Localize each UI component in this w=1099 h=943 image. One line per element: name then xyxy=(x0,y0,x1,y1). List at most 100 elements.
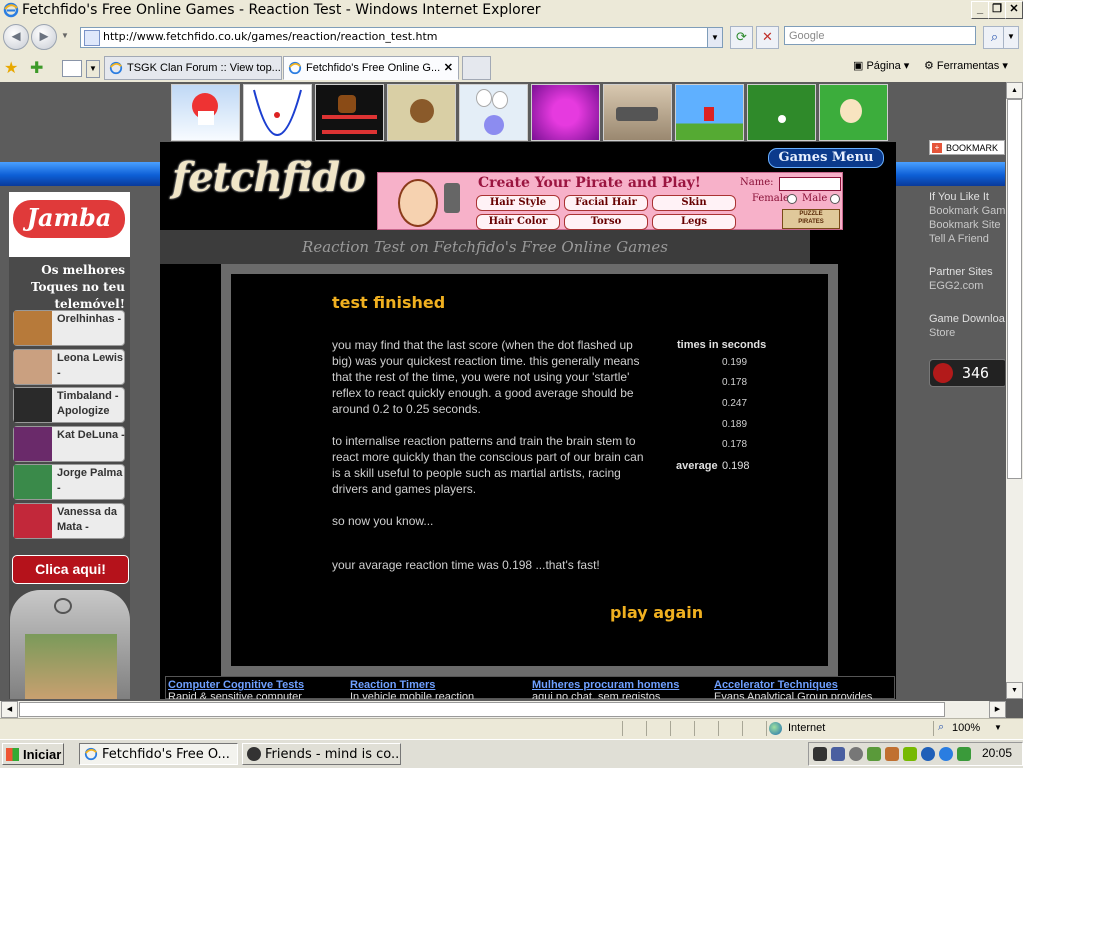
tab-fetchfido[interactable]: Fetchfido's Free Online G... ✕ xyxy=(283,56,459,80)
game-thumb-hex[interactable] xyxy=(531,84,600,141)
window-title: Fetchfido's Free Online Games - Reaction… xyxy=(22,2,541,18)
scroll-down-icon[interactable]: ▼ xyxy=(1006,682,1023,699)
address-url[interactable]: http://www.fetchfido.co.uk/games/reactio… xyxy=(103,30,438,43)
ad-description: Evans Analytical Group provides xyxy=(714,691,873,699)
favorites-star-icon[interactable]: ★ xyxy=(4,58,18,78)
stop-button[interactable]: ✕ xyxy=(756,26,779,49)
refresh-button[interactable]: ⟳ xyxy=(730,26,753,49)
tell-a-friend-link[interactable]: Tell A Friend xyxy=(929,233,989,245)
bookmark-game-link[interactable]: Bookmark Game xyxy=(929,205,1005,217)
zoom-dropdown-icon[interactable]: ▼ xyxy=(994,723,1002,732)
game-thumb-balloons[interactable] xyxy=(459,84,528,141)
search-input[interactable]: Google xyxy=(784,26,976,45)
male-radio[interactable] xyxy=(830,194,840,204)
app-tray-icon[interactable] xyxy=(957,747,971,761)
info-tray-icon[interactable] xyxy=(921,747,935,761)
game-thumb-soccer[interactable] xyxy=(747,84,816,141)
site-logo[interactable]: fetchfido xyxy=(172,154,366,201)
game-thumb-monkey[interactable] xyxy=(387,84,456,141)
ringtone-item[interactable]: Leona Lewis - xyxy=(13,349,125,385)
jamba-logo-panel[interactable]: Jamba xyxy=(9,192,130,257)
bookmark-label: BOOKMARK xyxy=(946,143,999,153)
facial-hair-option[interactable]: Facial Hair xyxy=(564,195,648,211)
text-ads: Computer Cognitive Tests Rapid & sensitiv… xyxy=(165,676,895,699)
volume-tray-icon[interactable] xyxy=(885,747,899,761)
ringtone-item[interactable]: Timbaland - Apologize xyxy=(13,387,125,423)
store-link[interactable]: Store xyxy=(929,327,955,339)
tab-list-icon[interactable]: ▼ xyxy=(86,60,100,78)
bookmark-button[interactable]: + BOOKMARK xyxy=(929,140,1005,155)
address-bar[interactable]: http://www.fetchfido.co.uk/games/reactio… xyxy=(80,27,723,48)
text-ad[interactable]: Computer Cognitive Tests Rapid & sensitiv… xyxy=(168,679,348,699)
pirate-avatar xyxy=(398,179,438,227)
address-dropdown-icon[interactable]: ▼ xyxy=(707,28,722,47)
add-favorites-icon[interactable]: ✚ xyxy=(30,58,43,78)
messenger-tray-icon[interactable] xyxy=(939,747,953,761)
ringtone-item[interactable]: Orelhinhas - xyxy=(13,310,125,346)
skin-option[interactable]: Skin xyxy=(652,195,736,211)
ringtone-item[interactable]: Vanessa da Mata - xyxy=(13,503,125,539)
ad-title[interactable]: Reaction Timers xyxy=(350,679,530,691)
female-radio[interactable] xyxy=(787,194,797,204)
new-tab-button[interactable] xyxy=(462,56,491,80)
pirate-name-input[interactable] xyxy=(779,177,841,191)
task-label: Friends - mind is co... xyxy=(265,747,401,762)
minimize-button[interactable]: _ xyxy=(971,1,989,19)
puzzle-pirates-logo[interactable]: PUZZLE PIRATES xyxy=(782,209,840,229)
scroll-right-icon[interactable]: ▶ xyxy=(989,701,1006,718)
search-options-icon[interactable]: ▼ xyxy=(1003,26,1019,49)
restore-button[interactable]: ❐ xyxy=(988,1,1006,19)
tools-tray-icon[interactable] xyxy=(867,747,881,761)
taskbar: Iniciar Fetchfido's Free O... Friends - … xyxy=(0,739,1023,768)
game-thumb-kong[interactable] xyxy=(315,84,384,141)
ad-title[interactable]: Mulheres procuram homens xyxy=(532,679,712,691)
steam-tray-icon[interactable] xyxy=(813,747,827,761)
back-button[interactable]: ◄ xyxy=(3,24,29,50)
games-menu-button[interactable]: Games Menu xyxy=(768,148,884,168)
page-menu[interactable]: ▣ Página ▾ xyxy=(853,59,909,72)
egg2-link[interactable]: EGG2.com xyxy=(929,280,983,292)
text-ad[interactable]: Mulheres procuram homens aqui no chat. se… xyxy=(532,679,712,699)
hair-color-option[interactable]: Hair Color xyxy=(476,214,560,230)
taskbar-item-ie[interactable]: Fetchfido's Free O... xyxy=(79,743,238,765)
bookmark-site-link[interactable]: Bookmark Site xyxy=(929,219,1001,231)
game-thumb-tank[interactable] xyxy=(603,84,672,141)
horizontal-scrollbar[interactable]: ◀ ▶ xyxy=(0,701,1006,718)
game-thumb-mario[interactable] xyxy=(675,84,744,141)
quick-tabs-icon[interactable] xyxy=(62,60,82,77)
text-ad[interactable]: Accelerator Techniques Evans Analytical G… xyxy=(714,679,894,699)
taskbar-item-steam[interactable]: Friends - mind is co... xyxy=(242,743,401,765)
scroll-left-icon[interactable]: ◀ xyxy=(1,701,18,718)
ad-title[interactable]: Accelerator Techniques xyxy=(714,679,894,691)
play-again-button[interactable]: play again xyxy=(610,603,703,622)
pirate-ad-banner[interactable]: Create Your Pirate and Play! Hair Style … xyxy=(377,172,843,230)
ringtone-item[interactable]: Jorge Palma - xyxy=(13,464,125,500)
vertical-scrollbar[interactable]: ▲ ▼ xyxy=(1006,82,1023,699)
text-ad[interactable]: Reaction Timers In vehicle mobile reactio… xyxy=(350,679,530,699)
navigation-bar: ◄ ► ▼ http://www.fetchfido.co.uk/games/r… xyxy=(0,22,1023,52)
zoom-control[interactable]: ⌕ 100% ▼ xyxy=(933,721,1009,736)
network-tray-icon[interactable] xyxy=(831,747,845,761)
tab-tsgk-forum[interactable]: TSGK Clan Forum :: View top... xyxy=(104,56,282,80)
hscroll-thumb[interactable] xyxy=(19,702,945,717)
motorola-logo xyxy=(54,598,72,614)
start-button[interactable]: Iniciar xyxy=(2,743,64,765)
ad-title[interactable]: Computer Cognitive Tests xyxy=(168,679,348,691)
tools-menu[interactable]: ⚙ Ferramentas ▾ xyxy=(924,59,1008,72)
forward-button[interactable]: ► xyxy=(31,24,57,50)
scroll-up-icon[interactable]: ▲ xyxy=(1006,82,1023,99)
legs-option[interactable]: Legs xyxy=(652,214,736,230)
game-thumb-curve[interactable] xyxy=(243,84,312,141)
ringtone-item[interactable]: Kat DeLuna - xyxy=(13,426,125,462)
torso-option[interactable]: Torso xyxy=(564,214,648,230)
close-tab-icon[interactable]: ✕ xyxy=(444,57,453,79)
clica-aqui-button[interactable]: Clica aqui! xyxy=(12,555,129,584)
nvidia-tray-icon[interactable] xyxy=(903,747,917,761)
disk-tray-icon[interactable] xyxy=(849,747,863,761)
game-thumb-santa[interactable] xyxy=(171,84,240,141)
hair-style-option[interactable]: Hair Style xyxy=(476,195,560,211)
scroll-thumb[interactable] xyxy=(1007,99,1022,479)
history-dropdown-icon[interactable]: ▼ xyxy=(61,31,69,40)
close-button[interactable]: ✕ xyxy=(1005,1,1023,19)
game-thumb-kick[interactable] xyxy=(819,84,888,141)
